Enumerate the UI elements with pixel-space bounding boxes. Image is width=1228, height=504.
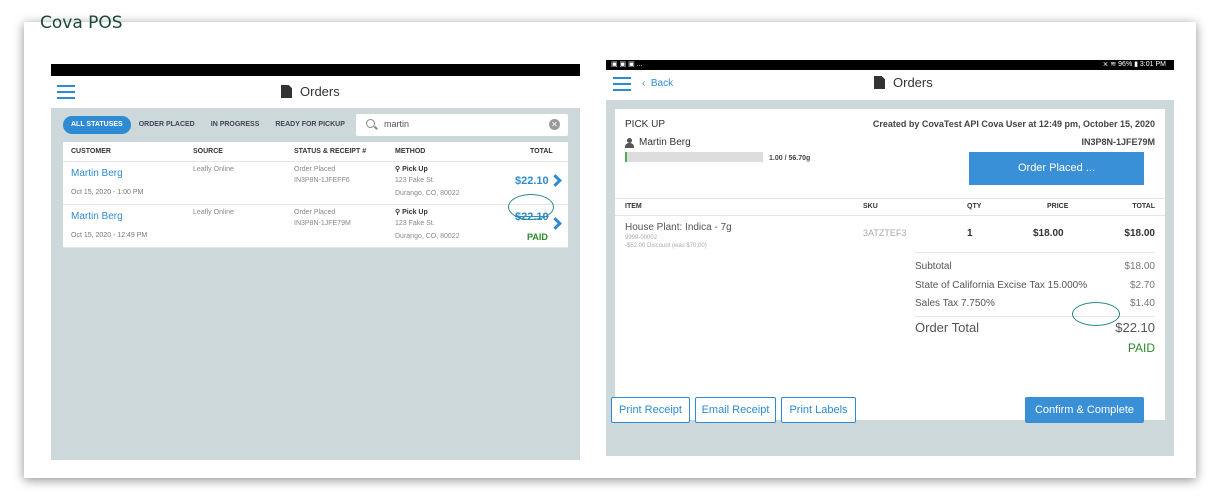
divider [915,252,1155,253]
customer-name[interactable]: Martin Berg [71,211,123,222]
clear-search-icon[interactable]: ✕ [549,119,560,130]
address-line2: Durango, CO, 80022 [395,190,460,197]
print-receipt-button[interactable]: Print Receipt [611,397,690,423]
header: ‹ Back Orders [606,70,1174,100]
item-total: $18.00 [1124,228,1155,239]
col-item: ITEM [625,203,642,210]
customer-name[interactable]: Martin Berg [71,168,123,179]
sales-tax-label: Sales Tax 7.750% [915,298,995,309]
header: Orders [51,76,580,108]
orders-list-panel: Orders ALL STATUSES ORDER PLACED IN PROG… [51,64,580,460]
receipt-number: IN3P8N-1JFE79M [294,220,351,227]
weight-progress-bar [625,152,763,162]
top-bar [51,64,580,76]
order-status-button[interactable]: Order Placed ... [969,152,1144,185]
status-icons-left: ▣ ▣ ▣ ... [611,61,643,68]
address-line2: Durango, CO, 80022 [395,233,460,240]
chevron-right-icon[interactable] [549,174,562,187]
col-total: TOTAL [530,148,553,155]
filter-bar: ALL STATUSES ORDER PLACED IN PROGRESS RE… [63,114,568,136]
order-date: Oct 15, 2020 - 1:00 PM [71,189,144,196]
item-sku: 3ATZTEF3 [863,228,907,238]
highlight-circle [1072,302,1120,326]
paid-badge: PAID [527,232,548,242]
item-price: $18.00 [1033,228,1064,239]
subtotal-value: $18.00 [1124,261,1155,272]
order-total: $22.10 [515,175,549,187]
order-total-label: Order Total [915,320,980,335]
highlight-circle [508,194,554,220]
method-pickup: ⚲ Pick Up [395,209,428,216]
item-qty: 1 [967,228,973,239]
order-total-value: $22.10 [1115,320,1155,335]
page-title: Orders [874,75,933,90]
brand-title: Cova POS [40,13,123,33]
confirm-complete-button[interactable]: Confirm & Complete [1025,397,1144,423]
weight-progress-text: 1.00 / 56.70g [769,155,811,162]
table-row[interactable]: Martin Berg Oct 15, 2020 - 12:49 PM Leaf… [63,205,568,248]
order-source: Leafly Online [193,166,234,173]
col-customer: CUSTOMER [71,148,111,155]
user-icon [625,137,634,148]
status-icons-right: ⨯ ≋ 96% ▮ 3:01 PM [1102,61,1166,68]
receipt-number: IN3P8N-1JFE79M [1081,137,1155,147]
item-discount: -$52.00 Discount (was $70.00) [625,243,707,249]
address-line1: 123 Fake St. [395,220,435,227]
order-source: Leafly Online [193,209,234,216]
email-receipt-button[interactable]: Email Receipt [695,397,776,423]
search-icon [366,119,375,128]
menu-icon[interactable] [613,77,631,91]
filter-order-placed[interactable]: ORDER PLACED [131,116,203,134]
document-icon [874,76,885,89]
receipt-number: IN3P8N-1JFEFF6 [294,177,350,184]
filter-ready-for-pickup[interactable]: READY FOR PICKUP [267,116,353,134]
table-header: CUSTOMER SOURCE STATUS & RECEIPT # METHO… [63,142,568,162]
order-status: Order Placed [294,166,336,173]
col-method: METHOD [395,148,426,155]
method-pickup: ⚲ Pick Up [395,166,428,173]
paid-badge: PAID [1127,341,1155,355]
pickup-label: PICK UP [625,119,666,130]
excise-tax-label: State of California Excise Tax 15.000% [915,280,1088,291]
customer: Martin Berg [625,137,691,148]
orders-table: CUSTOMER SOURCE STATUS & RECEIPT # METHO… [63,142,568,248]
search-input[interactable]: martin ✕ [356,114,568,136]
col-total: TOTAL [1132,203,1155,210]
sales-tax-value: $1.40 [1129,298,1155,309]
col-source: SOURCE [193,148,223,155]
back-button[interactable]: ‹ Back [642,78,673,89]
excise-tax-value: $2.70 [1129,280,1155,291]
address-line1: 123 Fake St. [395,177,435,184]
search-value: martin [384,119,410,129]
menu-icon[interactable] [57,85,75,99]
order-date: Oct 15, 2020 - 12:49 PM [71,232,148,239]
subtotal-label: Subtotal [915,261,952,272]
device-status-bar: ▣ ▣ ▣ ... ⨯ ≋ 96% ▮ 3:01 PM [606,60,1174,70]
items-header: ITEM SKU QTY PRICE TOTAL [615,198,1165,216]
col-status: STATUS & RECEIPT # [294,148,367,155]
created-by: Created by CovaTest API Cova User at 12:… [872,119,1155,129]
order-status: Order Placed [294,209,336,216]
order-detail-card: PICK UP Martin Berg Created by CovaTest … [615,109,1165,420]
page-title: Orders [281,84,340,99]
item-code: 9999-00002 [625,235,658,241]
col-sku: SKU [863,203,878,210]
document-icon [281,85,292,98]
print-labels-button[interactable]: Print Labels [781,397,856,423]
item-name: House Plant: Indica - 7g [625,222,732,233]
col-qty: QTY [967,203,982,210]
filter-all-statuses[interactable]: ALL STATUSES [63,116,131,134]
table-row[interactable]: Martin Berg Oct 15, 2020 - 1:00 PM Leafl… [63,162,568,205]
filter-in-progress[interactable]: IN PROGRESS [203,116,268,134]
col-price: PRICE [1047,203,1069,210]
chevron-right-icon[interactable] [549,217,562,230]
